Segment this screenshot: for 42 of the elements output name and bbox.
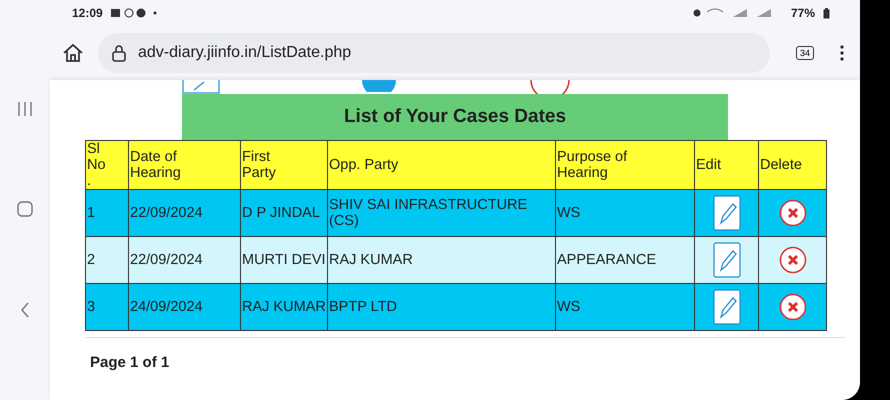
table-cell: WS: [556, 284, 694, 330]
table-cell: 3: [86, 284, 128, 330]
home-icon[interactable]: [62, 43, 84, 63]
table-cell: D P JINDAL: [240, 190, 328, 236]
tab-count-button[interactable]: 34: [796, 46, 814, 60]
edit-icon[interactable]: [712, 289, 740, 325]
column-header: Edit: [694, 140, 758, 190]
home-nav-icon[interactable]: [17, 200, 33, 217]
status-time: 12:09: [72, 6, 103, 20]
column-header: First Party: [240, 140, 328, 190]
table-cell: RAJ KUMAR: [328, 236, 556, 284]
column-header: Opp. Party: [328, 140, 556, 190]
table-cell: 1: [86, 190, 128, 236]
column-header: Purpose of Hearing: [556, 140, 694, 190]
url-bar[interactable]: adv-diary.jiinfo.in/ListDate.php: [98, 33, 770, 73]
battery-icon: [823, 8, 830, 18]
table-cell: RAJ KUMAR: [240, 284, 328, 330]
table-cell: 2: [86, 236, 128, 284]
table-cell: 22/09/2024: [128, 236, 240, 284]
delete-icon[interactable]: [778, 246, 806, 274]
table-cell: APPEARANCE: [556, 236, 694, 284]
table-cell: 22/09/2024: [128, 190, 240, 236]
battery-level: 77%: [790, 6, 815, 20]
edit-icon[interactable]: [712, 195, 740, 231]
column-header: Date of Hearing: [128, 140, 240, 190]
delete-icon[interactable]: [778, 293, 806, 321]
table-cell: WS: [556, 190, 694, 236]
table-cell: MURTI DEVI: [240, 236, 328, 284]
column-header: Sl No.: [86, 140, 128, 190]
table-cell: SHIV SAI INFRASTRUCTURE (CS): [328, 190, 556, 236]
table-cell: BPTP LTD: [328, 284, 556, 330]
more-menu-icon[interactable]: [840, 45, 844, 61]
edit-icon[interactable]: [712, 242, 740, 278]
recent-apps-icon[interactable]: [17, 102, 33, 116]
table-cell: 24/09/2024: [128, 284, 240, 330]
page-title: List of Your Cases Dates: [182, 94, 728, 140]
page-indicator: Page 1 of 1: [90, 354, 170, 371]
lock-icon: [112, 44, 126, 62]
delete-icon[interactable]: [778, 199, 806, 227]
edit-icon[interactable]: [182, 80, 220, 94]
back-icon[interactable]: [20, 302, 30, 318]
column-header: Delete: [758, 140, 826, 190]
